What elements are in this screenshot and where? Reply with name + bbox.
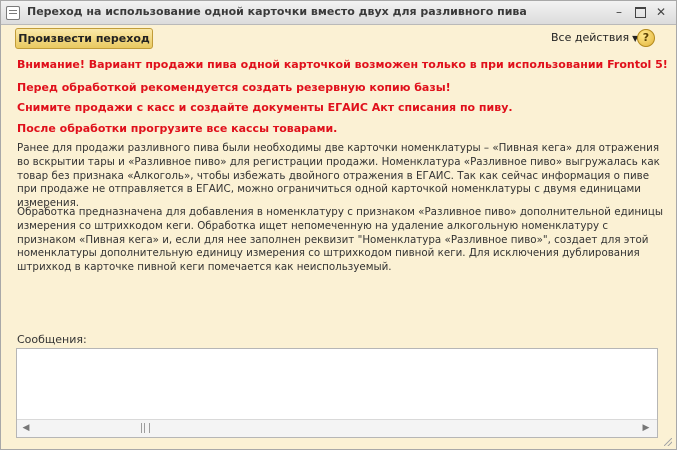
- run-transition-button[interactable]: Произвести переход: [15, 28, 153, 49]
- all-actions-menu[interactable]: Все действия ▼: [551, 31, 638, 44]
- warning-backup: Перед обработкой рекомендуется создать р…: [17, 81, 451, 94]
- warning-frontol: Внимание! Вариант продажи пива одной кар…: [17, 58, 668, 71]
- window-title: Переход на использование одной карточки …: [27, 5, 527, 18]
- messages-content[interactable]: [17, 349, 657, 419]
- warning-write-off: Снимите продажи с касс и создайте докуме…: [17, 101, 513, 114]
- form-icon: [6, 6, 20, 20]
- scroll-left-icon[interactable]: ◀: [20, 422, 32, 434]
- minimize-button[interactable]: –: [610, 4, 628, 20]
- maximize-button[interactable]: [631, 4, 649, 20]
- description-paragraph: Обработка предназначена для добавления в…: [17, 206, 663, 274]
- all-actions-label: Все действия: [551, 31, 630, 44]
- help-icon[interactable]: ?: [637, 29, 655, 47]
- processing-window: Переход на использование одной карточки …: [0, 0, 677, 450]
- messages-panel[interactable]: ◀ ▶: [16, 348, 658, 438]
- horizontal-scrollbar[interactable]: ◀ ▶: [17, 419, 657, 437]
- warning-reload-registers: После обработки прогрузите все кассы тов…: [17, 122, 338, 135]
- scroll-grip-icon[interactable]: [141, 423, 150, 433]
- close-button[interactable]: ✕: [652, 4, 670, 20]
- description-paragraph: Ранее для продажи разливного пива были н…: [17, 142, 660, 210]
- scroll-right-icon[interactable]: ▶: [640, 422, 652, 434]
- messages-label: Сообщения:: [17, 333, 87, 346]
- maximize-icon: [634, 7, 646, 18]
- resize-grip-icon[interactable]: [662, 436, 672, 446]
- window-titlebar[interactable]: Переход на использование одной карточки …: [1, 1, 676, 25]
